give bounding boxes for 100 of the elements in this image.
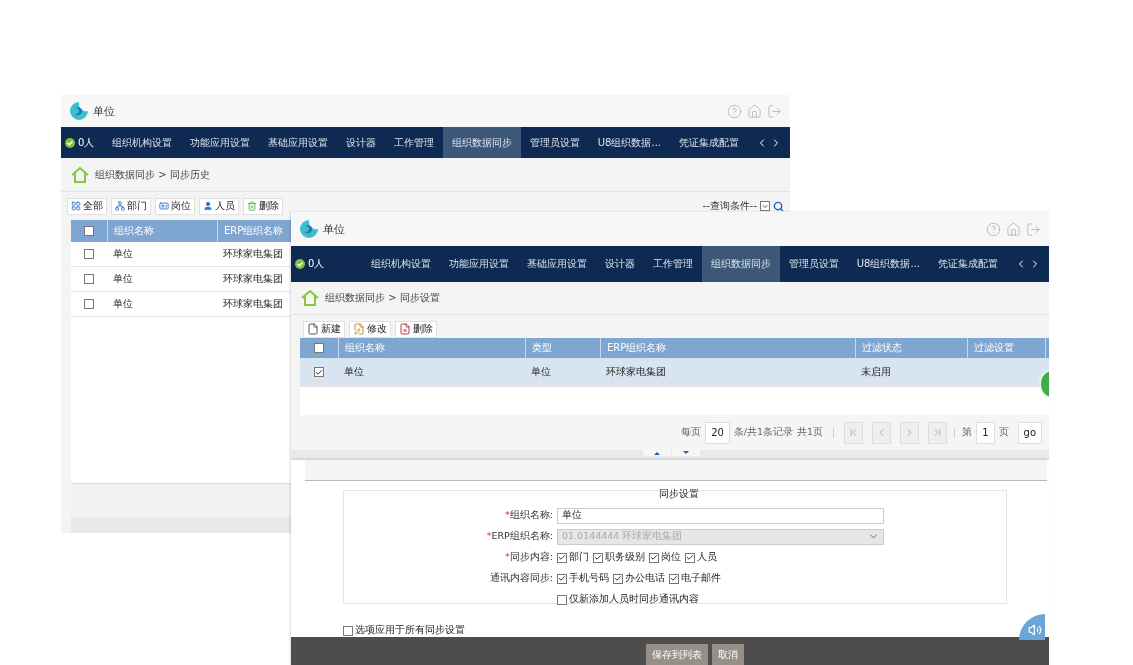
grid-icon <box>71 201 81 211</box>
checkbox[interactable] <box>84 274 94 284</box>
checkbox[interactable] <box>557 552 567 563</box>
online-count: 0人 <box>308 257 325 271</box>
document-icon <box>307 323 319 335</box>
checkbox-label: 岗位 <box>661 551 681 564</box>
nav-tab[interactable]: 凭证集成配置 <box>929 246 1007 282</box>
search-icon[interactable] <box>773 200 784 212</box>
nav-tab[interactable]: U8组织数据... <box>847 246 929 282</box>
online-count: 0人 <box>78 135 95 150</box>
edit-icon <box>353 323 365 335</box>
checkbox[interactable] <box>593 552 603 563</box>
toolbar-button[interactable]: 删除 <box>395 320 437 338</box>
nav-tab[interactable]: 功能应用设置 <box>180 127 259 158</box>
window-title: 单位 <box>323 221 345 237</box>
nav-tab[interactable]: 组织机构设置 <box>102 127 181 158</box>
table-cell-text: 单位 <box>112 272 134 286</box>
collapse-up-icon[interactable] <box>643 450 671 456</box>
nav-tab[interactable]: 基础应用设置 <box>517 246 596 282</box>
person-icon <box>203 201 213 211</box>
table-cell-text: 环球家电集团 <box>222 297 284 311</box>
field-label: ERP组织名称: <box>491 530 553 543</box>
checkbox-label: 仅新添加人员时同步通讯内容 <box>569 593 699 606</box>
nav-tab[interactable]: 设计器 <box>595 246 644 282</box>
table-cell-text: 单位 <box>530 365 552 379</box>
expand-down-icon[interactable] <box>672 450 700 456</box>
online-check-icon <box>295 259 305 269</box>
nav-tab[interactable]: 基础应用设置 <box>258 127 337 158</box>
pager-label: 第 <box>962 426 973 439</box>
window-title: 单位 <box>93 103 115 119</box>
form-title: 同步设置 <box>659 487 699 501</box>
nav-tab[interactable]: 组织数据同步 <box>701 246 780 282</box>
toolbar-button[interactable]: 部门 <box>111 197 151 215</box>
table-cell-text: 单位 <box>112 247 134 261</box>
checkbox[interactable] <box>649 552 659 563</box>
breadcrumb: 组织数据同步 > 同步历史 <box>95 167 210 182</box>
checkbox[interactable] <box>613 573 623 584</box>
checkbox-label: 电子邮件 <box>681 572 721 585</box>
input-field[interactable]: 单位 <box>557 507 884 524</box>
checkbox[interactable] <box>84 249 94 259</box>
toolbar-button[interactable]: 修改 <box>349 320 391 338</box>
nav-tab[interactable]: 设计器 <box>336 127 385 158</box>
checkbox[interactable] <box>314 367 324 377</box>
required-mark: * <box>505 551 510 564</box>
toolbar-button[interactable]: 新建 <box>303 320 345 338</box>
checkbox-label: 部门 <box>569 551 589 564</box>
logo-icon <box>69 101 89 121</box>
nav-tab[interactable]: 工作管理 <box>384 127 443 158</box>
checkbox[interactable] <box>557 573 567 584</box>
trash-icon <box>247 201 257 211</box>
table-row[interactable]: 单位 单位 环球家电集团 未启用 <box>300 358 1049 387</box>
toolbar-button[interactable]: 全部 <box>67 197 107 215</box>
checkbox-label: 手机号码 <box>569 572 609 585</box>
table-cell-text: 环球家电集团 <box>605 365 667 379</box>
toolbar-button[interactable]: 人员 <box>199 197 239 215</box>
field-label: 同步内容: <box>509 551 553 564</box>
field-label: 通讯内容同步: <box>489 572 553 585</box>
org-chart-icon <box>115 201 125 211</box>
pager-total: 共1页 <box>797 426 824 439</box>
nav-tab[interactable]: 凭证集成配置 <box>670 127 748 158</box>
table-cell-text: 环球家电集团 <box>222 272 284 286</box>
logo-icon <box>299 219 319 239</box>
checkbox-label: 人员 <box>697 551 717 564</box>
checkbox[interactable] <box>669 573 679 584</box>
required-mark: * <box>486 530 492 543</box>
nav-tab[interactable]: 工作管理 <box>643 246 702 282</box>
nav-tab[interactable]: 管理员设置 <box>520 127 589 158</box>
required-mark: * <box>505 509 510 522</box>
checkbox[interactable] <box>685 552 695 563</box>
page-size-field[interactable]: 20 <box>705 421 730 444</box>
table-cell-text: 环球家电集团 <box>222 247 284 261</box>
checkbox[interactable] <box>343 625 353 636</box>
page-field[interactable]: 1 <box>976 421 995 444</box>
nav-tab[interactable]: U8组织数据... <box>588 127 670 158</box>
speaker-button[interactable] <box>1019 614 1045 640</box>
id-card-icon <box>159 201 169 211</box>
table-cell-text: 单位 <box>112 297 134 311</box>
pager-summary: 条/共1条记录 <box>733 426 794 439</box>
checkbox[interactable] <box>84 299 94 309</box>
table-cell-text: 单位 <box>343 365 365 379</box>
checkbox[interactable] <box>557 594 567 605</box>
nav-tab[interactable]: 管理员设置 <box>779 246 848 282</box>
checkbox-label: 职务级别 <box>605 551 645 564</box>
table-cell-text: 未启用 <box>860 365 892 379</box>
delete-icon <box>399 323 411 335</box>
checkbox[interactable] <box>314 343 324 353</box>
toolbar-button[interactable]: 删除 <box>243 197 283 215</box>
checkbox-label: 选项应用于所有同步设置 <box>355 624 465 637</box>
toolbar-button[interactable]: 岗位 <box>155 197 195 215</box>
online-check-icon <box>65 137 75 148</box>
pager-label: 每页 <box>681 426 702 439</box>
nav-tab[interactable]: 功能应用设置 <box>439 246 518 282</box>
dropdown-button[interactable] <box>760 201 770 211</box>
checkbox[interactable] <box>84 226 94 236</box>
go-button[interactable]: go <box>1017 421 1042 444</box>
nav-tab[interactable]: 组织机构设置 <box>361 246 440 282</box>
nav-tab[interactable]: 组织数据同步 <box>442 127 521 158</box>
field-label: 组织名称: <box>509 509 553 522</box>
speaker-icon <box>1028 623 1042 637</box>
query-select[interactable]: --查询条件-- <box>702 199 757 213</box>
